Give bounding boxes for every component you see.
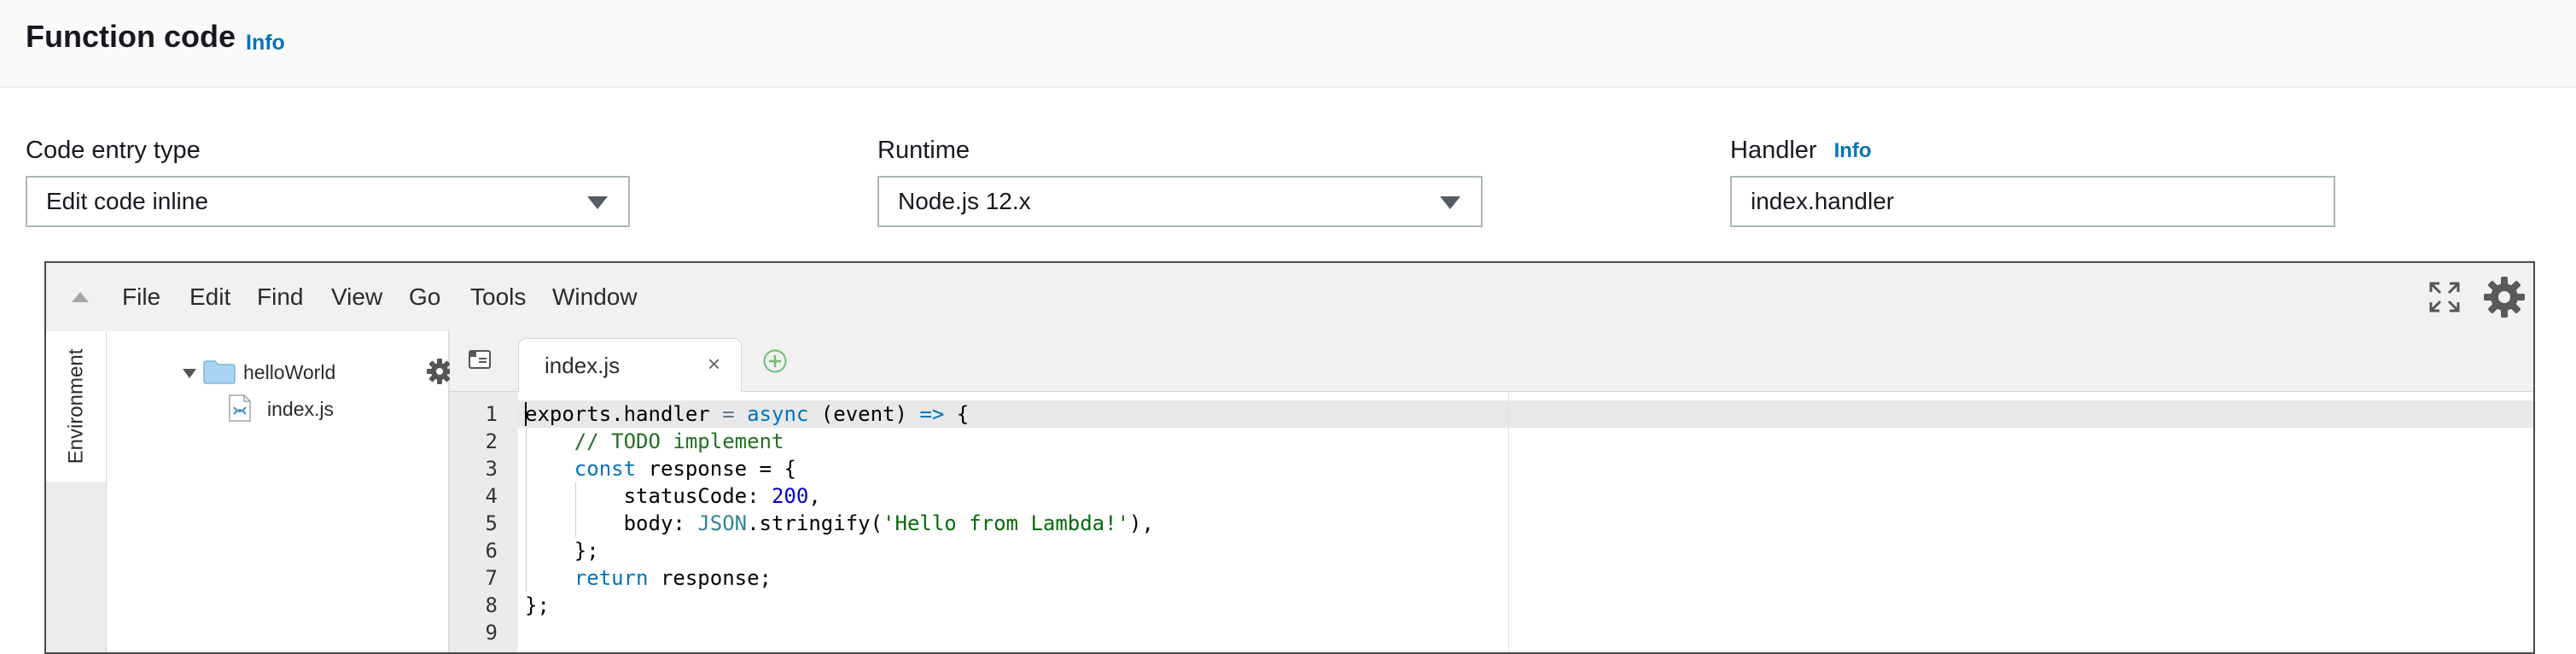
code-editor[interactable]: 1 2 3 4 5 6 7 8 9 exports.handler = asyn…	[450, 392, 2533, 652]
line-number: 9	[485, 621, 498, 645]
line-number: 2	[485, 429, 498, 453]
ide-menubar: File Edit Find View Go Tools Window	[46, 263, 2533, 332]
tree-item-folder[interactable]: helloWorld	[243, 361, 335, 384]
caret-down-icon	[1440, 196, 1460, 209]
close-tab-icon[interactable]: ×	[708, 351, 720, 377]
settings-gear-icon[interactable]	[2482, 275, 2526, 319]
menu-edit[interactable]: Edit	[189, 283, 230, 311]
line-number-gutter: 1 2 3 4 5 6 7 8 9	[450, 392, 518, 652]
expand-caret-icon[interactable]	[183, 369, 196, 378]
menu-window[interactable]: Window	[552, 283, 638, 311]
menu-tools[interactable]: Tools	[470, 283, 526, 311]
handler-label-group: Handler Info	[1730, 137, 1872, 165]
file-tree: helloWorld index.js	[107, 331, 463, 652]
folder-icon	[203, 360, 236, 384]
js-file-icon	[229, 394, 251, 422]
folder-name: helloWorld	[243, 361, 336, 383]
runtime-select[interactable]: Node.js 12.x	[877, 176, 1483, 227]
code-line-8: };	[525, 593, 550, 617]
fullscreen-icon[interactable]	[2427, 280, 2462, 314]
panel-title: Function code	[26, 19, 236, 54]
code-line-5: body: JSON.stringify('Hello from Lambda!…	[525, 511, 1154, 535]
menu-view[interactable]: View	[331, 283, 382, 311]
line-number: 7	[485, 566, 498, 590]
text-cursor	[525, 402, 527, 426]
tabs-menu-icon[interactable]	[469, 350, 491, 371]
code-line-4: statusCode: 200,	[525, 484, 821, 508]
file-name: index.js	[267, 398, 334, 420]
line-number: 5	[485, 511, 498, 535]
line-number: 8	[485, 593, 498, 617]
handler-input[interactable]: index.handler	[1730, 176, 2335, 227]
line-number: 4	[485, 484, 498, 508]
code-entry-type-value: Edit code inline	[46, 188, 208, 214]
menu-file[interactable]: File	[122, 283, 160, 311]
code-line-3: const response = {	[574, 457, 796, 481]
runtime-label: Runtime	[877, 137, 970, 164]
editor-tab-index-js[interactable]: index.js ×	[518, 338, 742, 392]
code-line-6: };	[525, 539, 599, 563]
add-tab-icon[interactable]	[762, 348, 788, 374]
code-editor-ide: File Edit Find View Go Tools Window Envi…	[44, 261, 2535, 654]
line-number: 3	[485, 457, 498, 481]
line-number: 1	[485, 402, 498, 426]
handler-label: Handler	[1730, 137, 1817, 164]
handler-value: index.handler	[1751, 188, 1895, 214]
code-line-7: return response;	[574, 566, 772, 590]
environment-tab-label: Environment	[64, 348, 88, 464]
runtime-value: Node.js 12.x	[898, 188, 1031, 214]
tree-item-file[interactable]: index.js	[267, 398, 334, 421]
panel-header: Function code Info	[0, 0, 2576, 88]
caret-down-icon	[587, 196, 608, 209]
handler-info-link[interactable]: Info	[1834, 139, 1872, 162]
line-number: 6	[485, 539, 498, 563]
collapse-icon[interactable]	[72, 292, 89, 302]
environment-tab[interactable]: Environment	[46, 331, 107, 482]
print-margin	[1508, 392, 1509, 652]
menu-find[interactable]: Find	[257, 283, 303, 311]
editor-area: index.js × 1 2 3 4 5 6 7 8 9 exports.han…	[450, 331, 2533, 652]
menu-go[interactable]: Go	[409, 283, 440, 311]
editor-tab-label: index.js	[545, 353, 621, 378]
info-link[interactable]: Info	[246, 31, 285, 55]
side-tab-strip	[46, 482, 107, 652]
code-line-1: exports.handler = async (event) => {	[525, 402, 970, 426]
code-entry-type-select[interactable]: Edit code inline	[26, 176, 630, 227]
code-entry-type-label: Code entry type	[26, 137, 201, 164]
editor-tabbar: index.js ×	[450, 331, 2533, 392]
code-line-2: // TODO implement	[525, 429, 784, 453]
